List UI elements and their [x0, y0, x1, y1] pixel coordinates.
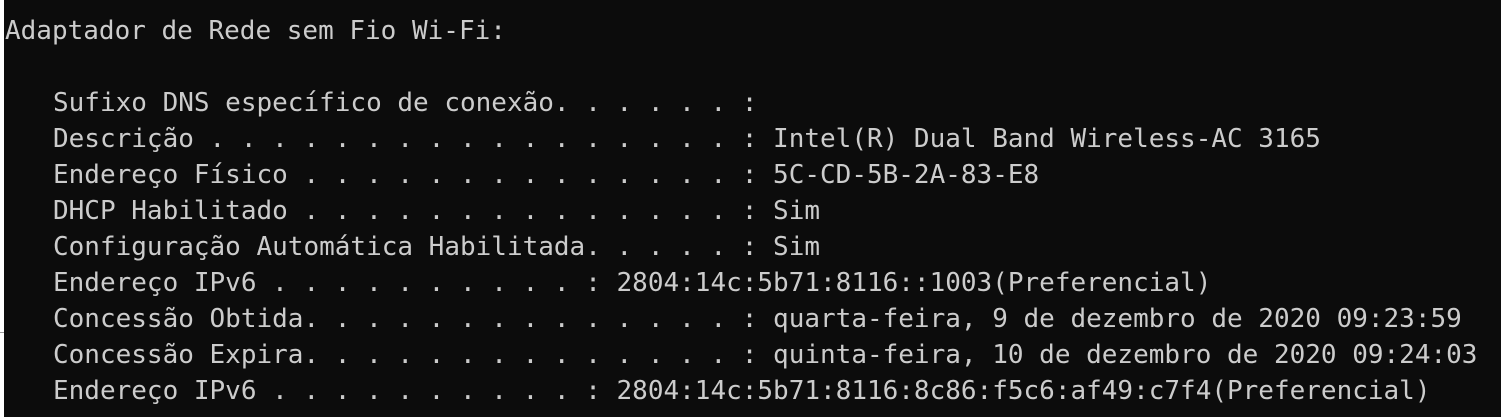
edge-tick [0, 332, 4, 333]
dns-suffix-line: Sufixo DNS específico de conexão. . . . … [53, 88, 758, 118]
dhcp-enabled-line: DHCP Habilitado . . . . . . . . . . . . … [53, 196, 821, 226]
lease-obtained-line: Concessão Obtida. . . . . . . . . . . . … [53, 304, 1462, 334]
terminal-window[interactable]: Adaptador de Rede sem Fio Wi-Fi: Sufixo … [0, 0, 1501, 417]
ipv6-address-line-2: Endereço IPv6 . . . . . . . . . . : 2804… [53, 376, 1431, 406]
description-line: Descrição . . . . . . . . . . . . . . . … [53, 124, 1321, 154]
window-left-edge [0, 0, 4, 417]
ipv6-address-line: Endereço IPv6 . . . . . . . . . . : 2804… [53, 268, 1212, 298]
physical-address-line: Endereço Físico . . . . . . . . . . . . … [53, 160, 1040, 190]
adapter-header: Adaptador de Rede sem Fio Wi-Fi: [5, 16, 506, 46]
lease-expires-line: Concessão Expira. . . . . . . . . . . . … [53, 340, 1478, 370]
autoconfig-enabled-line: Configuração Automática Habilitada. . . … [53, 232, 821, 262]
